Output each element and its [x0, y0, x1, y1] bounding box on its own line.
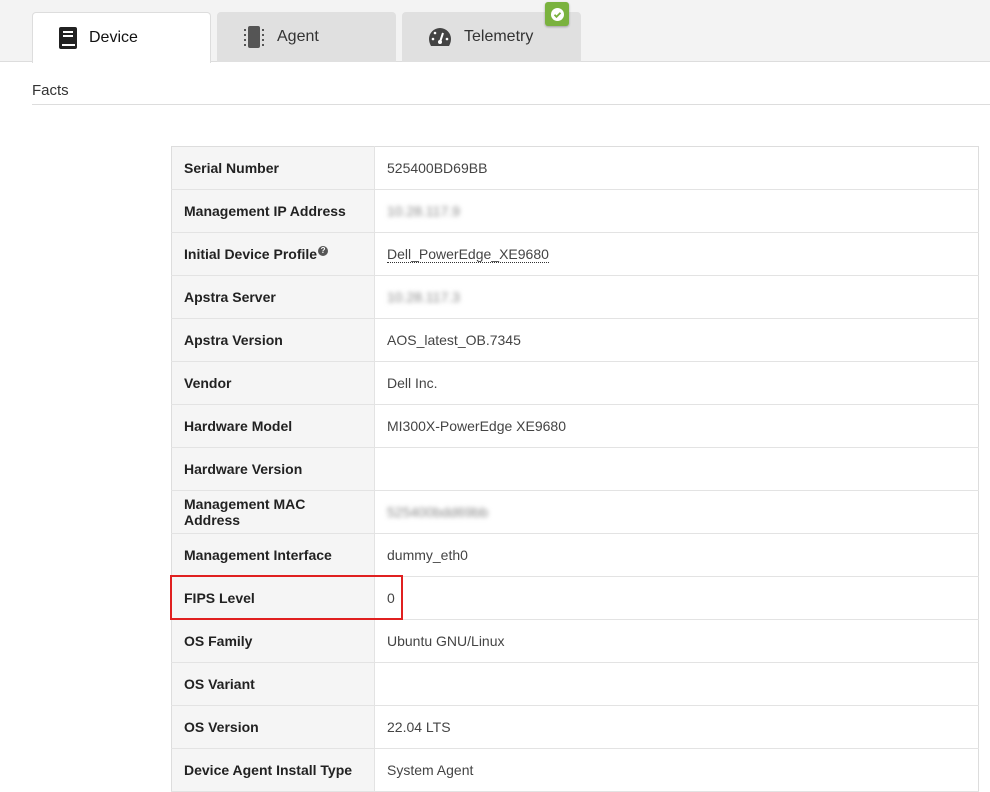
fact-label-cell: Vendor — [171, 361, 375, 405]
fact-value-cell: 525400BD69BB — [374, 146, 979, 190]
fact-value: 22.04 LTS — [387, 719, 451, 735]
table-row: Initial Device Profile? Dell_PowerEdge_XE… — [171, 232, 979, 276]
table-row: Hardware Model MI300X-PowerEdge XE9680 — [171, 404, 979, 448]
table-row: Management MAC Address 525400bdd69bb — [171, 490, 979, 534]
table-row: OS Family Ubuntu GNU/Linux — [171, 619, 979, 663]
fips-level-highlight — [170, 575, 403, 620]
table-row: Device Agent Install Type System Agent — [171, 748, 979, 792]
fact-label-cell: Management Interface — [171, 533, 375, 577]
book-icon — [59, 27, 77, 49]
tab-bar: Device Agent Telemetry — [0, 0, 990, 63]
fact-value: MI300X-PowerEdge XE9680 — [387, 418, 566, 434]
fact-value-blurred: 10.28.117.3 — [387, 289, 460, 305]
fact-label-cell: OS Version — [171, 705, 375, 749]
fact-label-cell: OS Variant — [171, 662, 375, 706]
fact-value-cell: dummy_eth0 — [374, 533, 979, 577]
fact-label-cell: Management IP Address — [171, 189, 375, 233]
check-circle-icon — [550, 7, 564, 21]
fact-value-cell: 10.28.117.9 — [374, 189, 979, 233]
tab-device[interactable]: Device — [32, 12, 211, 63]
tab-label: Telemetry — [464, 28, 534, 45]
fact-value-cell: Dell_PowerEdge_XE9680 — [374, 232, 979, 276]
fact-label-cell: Device Agent Install Type — [171, 748, 375, 792]
fact-label: OS Variant — [184, 676, 255, 692]
fact-label: Initial Device Profile — [184, 246, 318, 262]
fact-value: dummy_eth0 — [387, 547, 468, 563]
fact-label: OS Version — [184, 719, 259, 735]
fact-value-cell: Ubuntu GNU/Linux — [374, 619, 979, 663]
fact-value-cell: System Agent — [374, 748, 979, 792]
fact-value: Dell Inc. — [387, 375, 438, 391]
table-row: Hardware Version — [171, 447, 979, 491]
fact-label: Hardware Version — [184, 461, 303, 477]
fact-label-cell: Hardware Model — [171, 404, 375, 448]
fact-label-cell: Apstra Version — [171, 318, 375, 362]
fact-value: AOS_latest_OB.7345 — [387, 332, 521, 348]
fact-label: Management MAC Address — [184, 496, 306, 528]
table-row: Vendor Dell Inc. — [171, 361, 979, 405]
chip-icon — [244, 26, 264, 48]
fact-label: Serial Number — [184, 160, 279, 176]
tab-label: Device — [89, 29, 138, 46]
table-row: OS Version 22.04 LTS — [171, 705, 979, 749]
fact-label: OS Family — [184, 633, 253, 649]
fact-label-cell: Initial Device Profile? — [171, 232, 375, 276]
fact-label: Device Agent Install Type — [184, 762, 353, 778]
fact-value-cell: Dell Inc. — [374, 361, 979, 405]
fact-label-cell: Apstra Server — [171, 275, 375, 319]
fact-label: Apstra Version — [184, 332, 283, 348]
fact-value: 525400BD69BB — [387, 160, 488, 176]
fact-value-cell: 0 — [374, 576, 979, 620]
fact-value-cell: 525400bdd69bb — [374, 490, 979, 534]
fact-label-cell: OS Family — [171, 619, 375, 663]
fact-label: Management Interface — [184, 547, 332, 563]
telemetry-status-badge — [545, 2, 569, 26]
fact-label-cell: Serial Number — [171, 146, 375, 190]
fact-label-cell: Hardware Version — [171, 447, 375, 491]
fact-value-blurred: 10.28.117.9 — [387, 203, 460, 219]
fact-label: Apstra Server — [184, 289, 276, 305]
table-row: Management Interface dummy_eth0 — [171, 533, 979, 577]
fact-label: Hardware Model — [184, 418, 293, 434]
fact-value-cell: 22.04 LTS — [374, 705, 979, 749]
fact-label: Vendor — [184, 375, 232, 391]
fact-value-cell: AOS_latest_OB.7345 — [374, 318, 979, 362]
section-title: Facts — [32, 82, 990, 105]
fact-value-cell — [374, 662, 979, 706]
tab-agent[interactable]: Agent — [217, 12, 396, 62]
fact-value: System Agent — [387, 762, 474, 778]
table-row: Apstra Version AOS_latest_OB.7345 — [171, 318, 979, 362]
table-row: OS Variant — [171, 662, 979, 706]
gauge-icon — [429, 28, 451, 46]
help-icon[interactable]: ? — [318, 246, 329, 256]
tab-label: Agent — [277, 28, 319, 45]
table-row: Apstra Server 10.28.117.3 — [171, 275, 979, 319]
table-row: Management IP Address 10.28.117.9 — [171, 189, 979, 233]
facts-table: Serial Number 525400BD69BB Management IP A… — [171, 146, 979, 792]
fact-value-cell — [374, 447, 979, 491]
fact-label: Management IP Address — [184, 203, 346, 219]
fact-value-cell: MI300X-PowerEdge XE9680 — [374, 404, 979, 448]
fact-label-cell: Management MAC Address — [171, 490, 375, 534]
device-profile-link[interactable]: Dell_PowerEdge_XE9680 — [387, 246, 549, 263]
fact-value-blurred: 525400bdd69bb — [387, 504, 489, 520]
fact-value: Ubuntu GNU/Linux — [387, 633, 505, 649]
table-row: Serial Number 525400BD69BB — [171, 146, 979, 190]
fact-value-cell: 10.28.117.3 — [374, 275, 979, 319]
